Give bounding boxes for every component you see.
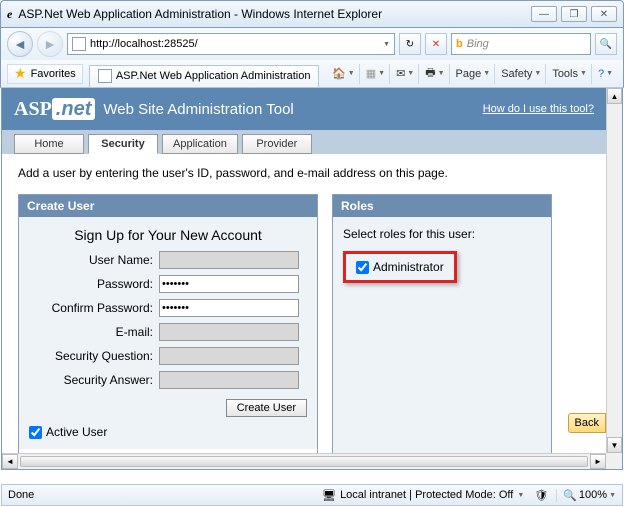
tab-provider[interactable]: Provider — [242, 134, 312, 154]
username-label: User Name: — [29, 253, 159, 267]
roles-header: Roles — [333, 195, 551, 217]
ie-icon: e — [7, 7, 12, 22]
safety-cmd-label: Safety — [501, 68, 532, 80]
url-input[interactable] — [90, 38, 379, 50]
admin-tabbar: Home Security Application Provider — [2, 130, 606, 154]
zoom-value: 100% — [579, 489, 607, 501]
page-cmd-label: Page — [456, 68, 482, 80]
status-done: Done — [8, 489, 34, 501]
password-label: Password: — [29, 277, 159, 291]
nav-toolbar: ◄ ► ▼ ↻ ✕ b Bing 🔍 — [0, 28, 624, 60]
home-cmd-button[interactable]: 🏠▼ — [328, 64, 360, 84]
star-icon: ★ — [14, 65, 27, 82]
safety-cmd-button[interactable]: Safety▼ — [497, 64, 546, 84]
rss-icon: ▦ — [366, 67, 376, 80]
print-icon: 🖶 — [425, 64, 435, 83]
tab-page-icon — [98, 69, 112, 83]
window-titlebar: e ASP.Net Web Application Administration… — [0, 0, 624, 28]
browser-tab[interactable]: ASP.Net Web Application Administration — [89, 65, 320, 87]
scroll-right-icon[interactable]: ► — [590, 454, 606, 469]
role-highlight-box: Administrator — [343, 251, 457, 283]
confirm-password-input[interactable] — [159, 299, 299, 317]
answer-label: Security Answer: — [29, 373, 159, 387]
feeds-cmd-button[interactable]: ▦▼ — [362, 64, 390, 84]
role-administrator-checkbox[interactable] — [356, 261, 369, 274]
tab-security[interactable]: Security — [88, 134, 158, 154]
scroll-left-icon[interactable]: ◄ — [2, 454, 18, 469]
role-administrator-label: Administrator — [373, 260, 444, 274]
bing-icon: b — [456, 38, 463, 50]
refresh-button[interactable]: ↻ — [399, 33, 421, 55]
search-box[interactable]: b Bing — [451, 33, 591, 55]
instruction-text: Add a user by entering the user's ID, pa… — [18, 166, 590, 180]
favorites-bar: ★ Favorites ASP.Net Web Application Admi… — [0, 60, 624, 88]
roles-prompt: Select roles for this user: — [343, 227, 541, 241]
email-label: E-mail: — [29, 325, 159, 339]
horizontal-scrollbar[interactable]: ◄ ► — [2, 453, 606, 469]
security-answer-input[interactable] — [159, 371, 299, 389]
create-user-panel: Create User Sign Up for Your New Account… — [18, 194, 318, 453]
scroll-thumb[interactable] — [20, 456, 588, 467]
page-cmd-button[interactable]: Page▼ — [452, 64, 496, 84]
tools-cmd-button[interactable]: Tools▼ — [548, 64, 592, 84]
minimize-button[interactable]: — — [531, 6, 557, 22]
question-label: Security Question: — [29, 349, 159, 363]
email-input[interactable] — [159, 323, 299, 341]
mail-icon: ✉ — [396, 67, 405, 80]
favorites-button[interactable]: ★ Favorites — [7, 64, 83, 84]
command-bar: 🏠▼ ▦▼ ✉▼ 🖶▼ Page▼ Safety▼ Tools▼ ?▼ — [328, 64, 617, 84]
page-icon — [72, 37, 86, 51]
close-button[interactable]: ✕ — [591, 6, 617, 22]
status-bar: Done 🖥 Local intranet | Protected Mode: … — [1, 484, 623, 506]
zone-dropdown-icon[interactable]: ▼ — [517, 492, 524, 499]
security-question-input[interactable] — [159, 347, 299, 365]
active-user-label: Active User — [46, 425, 107, 439]
logo-asp: ASP — [14, 98, 52, 120]
address-bar[interactable]: ▼ — [67, 33, 395, 55]
zone-text: Local intranet | Protected Mode: Off — [340, 489, 513, 501]
url-dropdown-icon[interactable]: ▼ — [383, 41, 390, 48]
password-input[interactable] — [159, 275, 299, 293]
scroll-up-icon[interactable]: ▲ — [607, 88, 622, 104]
search-go-button[interactable]: 🔍 — [595, 33, 617, 55]
home-icon: 🏠 — [332, 67, 346, 80]
tab-application[interactable]: Application — [162, 134, 238, 154]
zone-icon: 🖥 — [322, 489, 336, 502]
help-cmd-button[interactable]: ?▼ — [594, 64, 617, 84]
vertical-scrollbar[interactable]: ▲ ▼ — [606, 88, 622, 453]
search-placeholder: Bing — [467, 38, 489, 50]
forward-nav-button[interactable]: ► — [37, 31, 63, 57]
zoom-control[interactable]: 🔍 100% ▼ — [556, 489, 616, 502]
scroll-corner — [606, 453, 622, 469]
confirm-label: Confirm Password: — [29, 301, 159, 315]
zoom-dropdown-icon[interactable]: ▼ — [609, 492, 616, 499]
help-link[interactable]: How do I use this tool? — [483, 103, 594, 115]
create-user-button[interactable]: Create User — [226, 399, 307, 417]
banner-subtitle: Web Site Administration Tool — [103, 101, 293, 118]
scroll-down-icon[interactable]: ▼ — [607, 437, 622, 453]
print-cmd-button[interactable]: 🖶▼ — [421, 64, 449, 84]
content-area: ASP.net Web Site Administration Tool How… — [1, 88, 623, 470]
zoom-icon: 🔍 — [563, 489, 577, 502]
tab-title: ASP.Net Web Application Administration — [116, 70, 311, 82]
mail-cmd-button[interactable]: ✉▼ — [392, 64, 419, 84]
help-icon: ? — [598, 68, 604, 80]
roles-panel: Roles Select roles for this user: Admini… — [332, 194, 552, 453]
admin-banner: ASP.net Web Site Administration Tool How… — [2, 88, 606, 130]
back-nav-button[interactable]: ◄ — [7, 31, 33, 57]
signup-title: Sign Up for Your New Account — [29, 227, 307, 243]
stop-button[interactable]: ✕ — [425, 33, 447, 55]
username-input[interactable] — [159, 251, 299, 269]
tab-home[interactable]: Home — [14, 134, 84, 154]
tools-cmd-label: Tools — [552, 68, 578, 80]
create-user-header: Create User — [19, 195, 317, 217]
active-user-checkbox[interactable] — [29, 426, 42, 439]
asp-logo: ASP.net — [14, 98, 95, 121]
back-button[interactable]: Back — [568, 413, 606, 433]
window-title: ASP.Net Web Application Administration -… — [18, 7, 382, 21]
maximize-button[interactable]: ❐ — [561, 6, 587, 22]
logo-net: .net — [52, 98, 96, 120]
favorites-label: Favorites — [31, 68, 76, 80]
protected-mode-icon[interactable]: 🛡 — [534, 489, 548, 502]
